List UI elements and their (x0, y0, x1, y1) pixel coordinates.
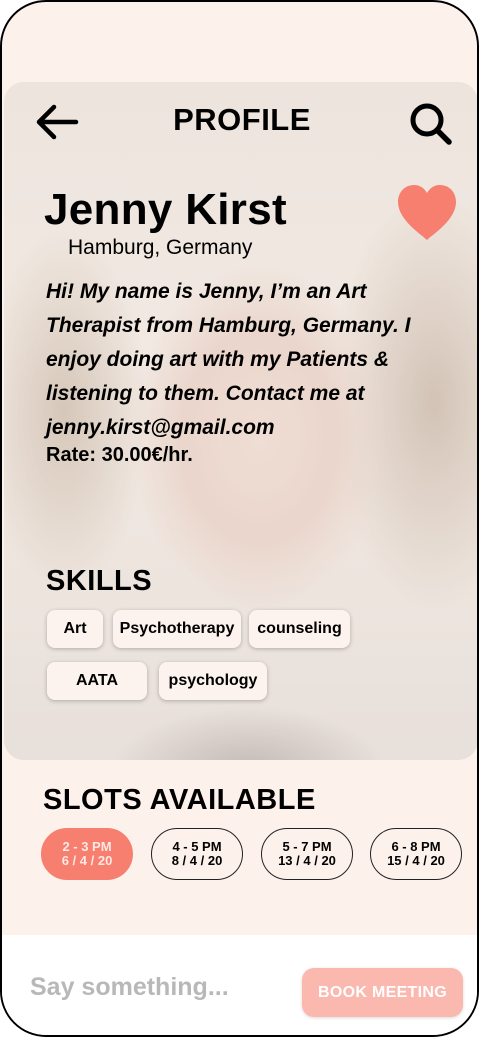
slot-date: 8 / 4 / 20 (171, 853, 223, 868)
skill-chip-psychotherapy[interactable]: Psychotherapy (113, 610, 241, 648)
slot-time: 2 - 3 PM (62, 839, 112, 854)
slot-date: 6 / 4 / 20 (61, 853, 113, 868)
bio-line: enjoy doing art with my Patients & (46, 348, 390, 371)
bio-email: jenny.kirst@gmail.com (46, 416, 275, 439)
profile-rate: Rate: 30.00€/hr. (46, 444, 193, 466)
page-title: PROFILE (173, 102, 311, 137)
slot-4[interactable]: 6 - 8 PM 15 / 4 / 20 (370, 828, 462, 880)
profile-name: Jenny Kirst (44, 185, 287, 234)
bio-line: listening to them. Contact me at (46, 382, 365, 405)
phone-frame: PROFILE Jenny Kirst Hamburg, Germany Hi!… (0, 0, 479, 1037)
book-meeting-button[interactable]: BOOK MEETING (302, 968, 463, 1017)
slot-time: 4 - 5 PM (172, 839, 222, 854)
arrow-left-icon[interactable] (34, 102, 80, 142)
slot-2[interactable]: 4 - 5 PM 8 / 4 / 20 (151, 828, 243, 880)
slot-date: 13 / 4 / 20 (278, 853, 336, 868)
heart-icon[interactable] (394, 182, 460, 244)
profile-location: Hamburg, Germany (68, 236, 253, 259)
bio-line: Therapist from Hamburg, Germany. I (46, 314, 411, 337)
skill-chip-psychology[interactable]: psychology (159, 662, 267, 700)
slot-time: 6 - 8 PM (391, 839, 441, 854)
skills-heading: SKILLS (46, 565, 153, 597)
slots-heading: SLOTS AVAILABLE (43, 784, 316, 816)
search-icon[interactable] (406, 100, 456, 146)
slot-3[interactable]: 5 - 7 PM 13 / 4 / 20 (261, 828, 353, 880)
skill-chip-art[interactable]: Art (47, 610, 103, 648)
slot-time: 5 - 7 PM (282, 839, 332, 854)
message-input[interactable] (30, 969, 280, 1005)
slot-1[interactable]: 2 - 3 PM 6 / 4 / 20 (41, 828, 133, 880)
skill-chip-aata[interactable]: AATA (47, 662, 147, 700)
bio-line: Hi! My name is Jenny, I’m an Art (46, 280, 367, 303)
slot-date: 15 / 4 / 20 (387, 853, 445, 868)
skill-chip-counseling[interactable]: counseling (249, 610, 350, 648)
profile-bio: Hi! My name is Jenny, I’m an Art Therapi… (46, 275, 456, 445)
